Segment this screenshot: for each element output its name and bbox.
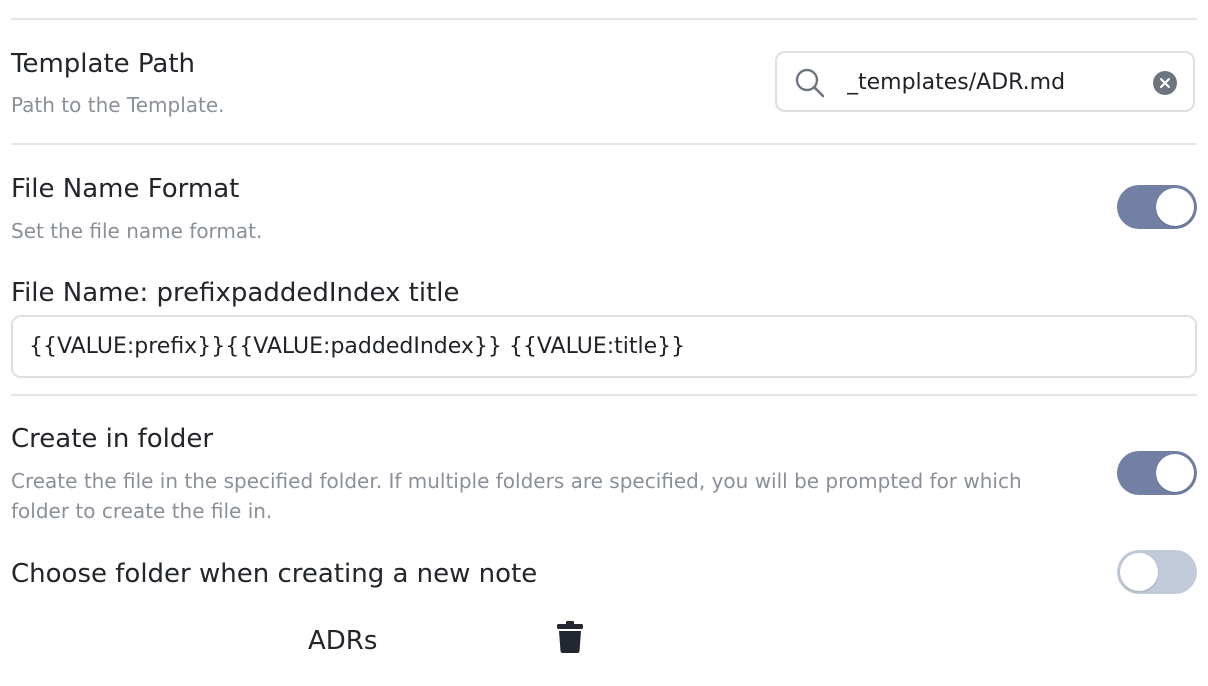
template-path-search-field[interactable]: [775, 51, 1195, 112]
choose-folder-toggle[interactable]: [1117, 550, 1197, 594]
create-in-folder-title: Create in folder: [11, 424, 214, 454]
divider-template-path: [11, 143, 1197, 145]
search-icon: [795, 68, 825, 98]
file-name-format-input[interactable]: [11, 315, 1197, 378]
template-path-title: Template Path: [11, 49, 196, 79]
create-in-folder-description: Create the file in the specified folder.…: [11, 469, 1022, 523]
file-name-format-description: Set the file name format.: [11, 219, 263, 243]
create-in-folder-toggle[interactable]: [1117, 451, 1197, 495]
file-name-preview-label: File Name: prefixpaddedIndex title: [11, 278, 460, 308]
toggle-knob: [1156, 454, 1194, 492]
toggle-knob: [1156, 188, 1194, 226]
file-name-format-title: File Name Format: [11, 174, 240, 204]
template-path-input[interactable]: [847, 61, 1127, 103]
folder-item-label: ADRs: [308, 626, 378, 656]
top-divider: [11, 18, 1197, 20]
choose-folder-title: Choose folder when creating a new note: [11, 559, 538, 589]
divider-file-name-format: [11, 394, 1197, 396]
trash-icon[interactable]: [556, 620, 584, 654]
toggle-knob: [1120, 553, 1158, 591]
clear-icon[interactable]: [1153, 71, 1177, 95]
template-path-description: Path to the Template.: [11, 93, 225, 117]
file-name-format-toggle[interactable]: [1117, 185, 1197, 229]
